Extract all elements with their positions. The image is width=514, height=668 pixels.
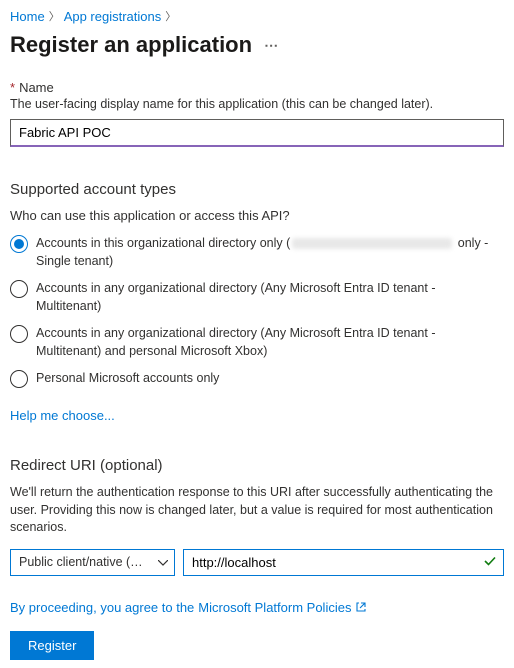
policy-text: By proceeding, you agree to the	[10, 600, 194, 615]
platform-policies-link[interactable]: Microsoft Platform Policies	[198, 600, 351, 615]
radio-label: Accounts in any organizational directory…	[36, 280, 504, 315]
name-helper-text: The user-facing display name for this ap…	[10, 97, 504, 111]
app-name-input[interactable]	[10, 119, 504, 147]
account-type-option-personal-only[interactable]: Personal Microsoft accounts only	[10, 370, 504, 388]
account-type-option-multitenant-personal[interactable]: Accounts in any organizational directory…	[10, 325, 504, 360]
chevron-down-icon	[158, 555, 168, 569]
breadcrumb-appreg-link[interactable]: App registrations	[64, 9, 162, 24]
redirect-uri-heading: Redirect URI (optional)	[10, 457, 504, 474]
register-button[interactable]: Register	[10, 631, 94, 660]
breadcrumb-home-link[interactable]: Home	[10, 9, 45, 24]
account-type-option-single-tenant[interactable]: Accounts in this organizational director…	[10, 235, 504, 270]
platform-selected-text: Public client/native (mobile ...	[19, 555, 175, 569]
breadcrumb: Home 〉 App registrations 〉	[10, 8, 504, 24]
help-me-choose-link[interactable]: Help me choose...	[10, 408, 115, 423]
page-title: Register an application ⋯	[10, 32, 504, 58]
radio-icon	[10, 325, 28, 343]
checkmark-icon	[483, 554, 497, 571]
required-asterisk-icon: *	[10, 80, 15, 95]
radio-label: Personal Microsoft accounts only	[36, 370, 219, 388]
name-label: *Name	[10, 80, 504, 95]
redirect-uri-input[interactable]	[192, 550, 483, 575]
chevron-right-icon: 〉	[165, 8, 176, 24]
chevron-right-icon: 〉	[49, 8, 60, 24]
radio-icon	[10, 235, 28, 253]
account-types-question: Who can use this application or access t…	[10, 208, 504, 223]
external-link-icon	[355, 601, 367, 613]
account-type-option-multitenant[interactable]: Accounts in any organizational directory…	[10, 280, 504, 315]
platform-dropdown[interactable]: Public client/native (mobile ...	[10, 549, 175, 576]
more-actions-button[interactable]: ⋯	[264, 37, 280, 54]
policy-agreement: By proceeding, you agree to the Microsof…	[10, 600, 504, 615]
redirect-uri-description: We'll return the authentication response…	[10, 484, 504, 537]
redacted-tenant-name	[292, 238, 452, 249]
account-types-heading: Supported account types	[10, 181, 504, 198]
radio-label: Accounts in this organizational director…	[36, 235, 504, 270]
redirect-uri-field	[183, 549, 504, 576]
radio-icon	[10, 280, 28, 298]
radio-icon	[10, 370, 28, 388]
page-title-text: Register an application	[10, 32, 252, 58]
radio-label: Accounts in any organizational directory…	[36, 325, 504, 360]
